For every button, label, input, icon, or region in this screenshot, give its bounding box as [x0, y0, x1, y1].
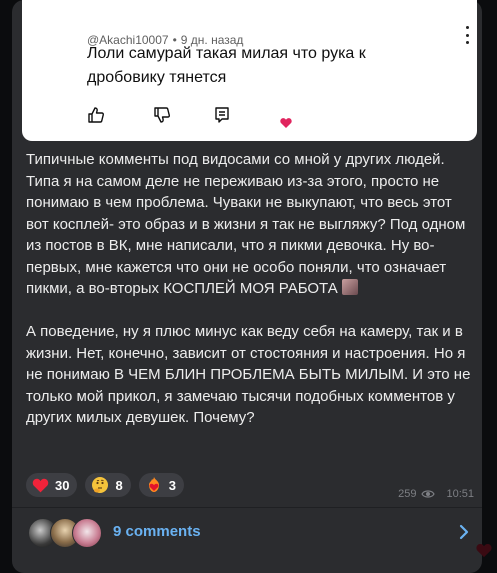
custom-emoji-icon — [341, 279, 358, 295]
post-time: 10:51 — [446, 488, 474, 500]
post-body: Типичные комменты под видосами со мной у… — [26, 149, 472, 429]
eye-icon — [421, 490, 436, 498]
comment-text: Лоли самурай такая милая что рука к дроб… — [87, 45, 366, 86]
reaction-heart-on-fire[interactable]: 3 — [138, 473, 184, 497]
avatar — [72, 518, 102, 548]
post-paragraph: Типичные комменты под видосами со мной у… — [26, 149, 472, 300]
comments-bar[interactable]: 9 comments — [12, 512, 482, 552]
channel-post: @Akachi10007 • 9 дн. назад Лоли самурай та… — [12, 0, 482, 573]
reactions-row: 30 8 3 — [26, 473, 184, 497]
dislike-icon[interactable] — [153, 106, 171, 124]
comments-link[interactable]: 9 comments — [113, 523, 201, 540]
post-paragraph-text: Типичные комменты под видосами со мной у… — [26, 151, 466, 297]
thinking-face-icon — [92, 477, 109, 493]
more-options-icon[interactable] — [462, 26, 472, 44]
reply-icon[interactable] — [213, 106, 231, 124]
post-paragraph: А поведение, ну я плюс минус как веду се… — [26, 323, 471, 426]
like-icon[interactable] — [87, 106, 105, 124]
post-meta: 259 10:51 — [398, 488, 474, 500]
commenter-avatars — [28, 518, 104, 548]
reaction-count: 30 — [55, 477, 70, 493]
heart-icon — [280, 118, 292, 128]
reaction-thinking-face[interactable]: 8 — [85, 473, 131, 497]
reaction-red-heart[interactable]: 30 — [26, 473, 78, 497]
reaction-count: 8 — [115, 477, 123, 493]
views-count: 259 — [398, 488, 417, 500]
reaction-count: 3 — [168, 477, 176, 493]
divider — [12, 507, 482, 508]
chevron-right-icon[interactable] — [458, 524, 470, 540]
heart-icon — [476, 543, 492, 558]
red-heart-icon — [32, 478, 49, 492]
comment-screenshot[interactable]: @Akachi10007 • 9 дн. назад Лоли самурай та… — [22, 0, 477, 141]
heart-on-fire-icon — [148, 477, 159, 492]
